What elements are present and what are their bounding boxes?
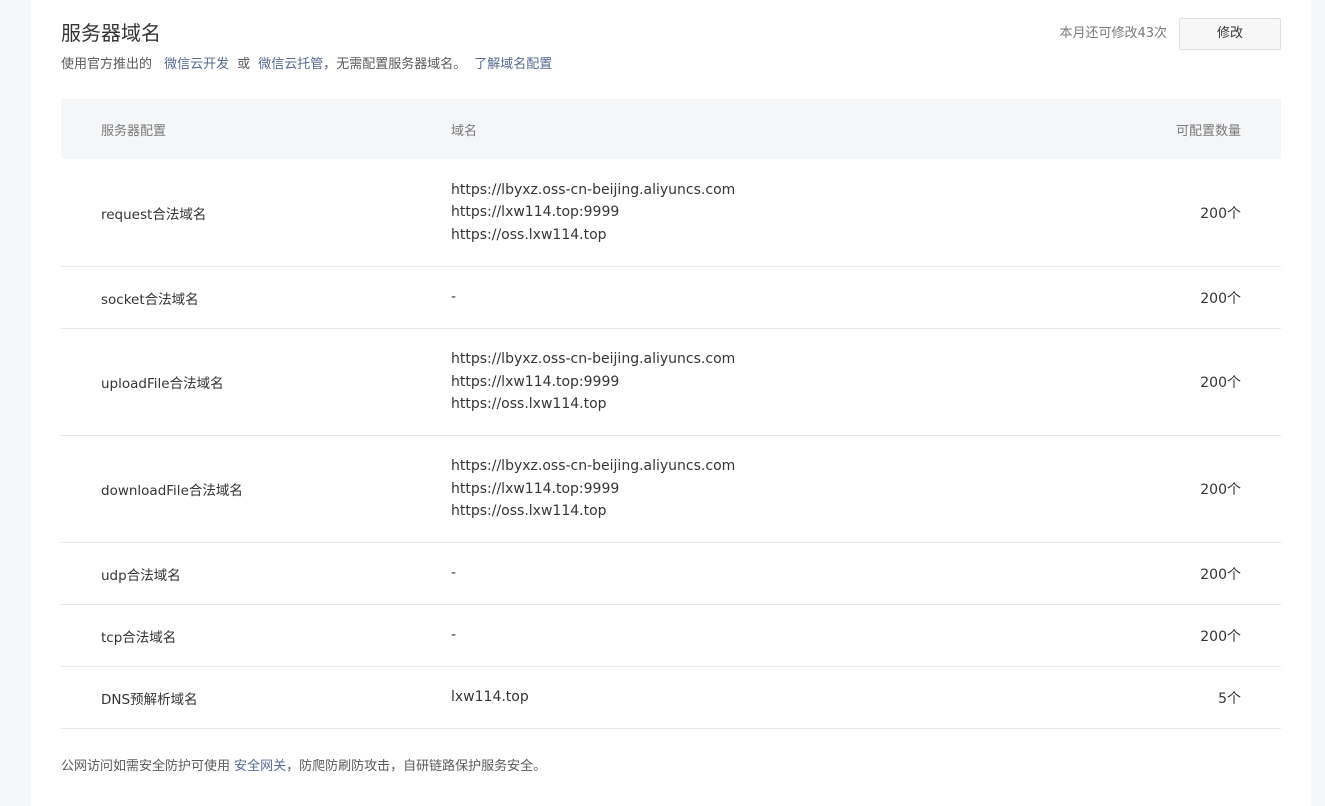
table-row: tcp合法域名 - 200个 bbox=[61, 605, 1281, 667]
row-domains: - bbox=[451, 624, 1081, 647]
domain-value: - bbox=[451, 289, 457, 306]
domain-settings-card: 服务器域名 使用官方推出的 微信云开发或微信云托管，无需配置服务器域名。 了解域名… bbox=[31, 0, 1311, 806]
domain-value: https://oss.lxw114.top bbox=[451, 396, 607, 413]
cloud-host-link[interactable]: 微信云托管 bbox=[258, 57, 323, 72]
domain-value: https://lxw114.top:9999 bbox=[451, 480, 620, 497]
column-header-domain: 域名 bbox=[451, 123, 478, 139]
row-count: 200个 bbox=[1200, 566, 1241, 583]
domain-value: https://lbyxz.oss-cn-beijing.aliyuncs.co… bbox=[451, 458, 736, 475]
table-row: socket合法域名 - 200个 bbox=[61, 267, 1281, 329]
description: 使用官方推出的 微信云开发或微信云托管，无需配置服务器域名。 了解域名配置 bbox=[61, 56, 552, 74]
domain-value: https://lxw114.top:9999 bbox=[451, 373, 620, 390]
security-gateway-link[interactable]: 安全网关 bbox=[234, 759, 286, 774]
table-row: udp合法域名 - 200个 bbox=[61, 543, 1281, 605]
row-config-name: request合法域名 bbox=[101, 206, 207, 223]
domain-value: https://oss.lxw114.top bbox=[451, 226, 607, 243]
security-notice: 公网访问如需安全防护可使用 安全网关，防爬防刷防攻击，自研链路保护服务安全。 bbox=[61, 758, 546, 776]
domain-value: - bbox=[451, 627, 457, 644]
table-header: 服务器配置 域名 可配置数量 bbox=[61, 99, 1281, 159]
cloud-dev-link[interactable]: 微信云开发 bbox=[164, 57, 229, 72]
row-config-name: socket合法域名 bbox=[101, 291, 199, 308]
page-title: 服务器域名 bbox=[61, 21, 161, 45]
row-domains: - bbox=[451, 562, 1081, 585]
domain-table: 服务器配置 域名 可配置数量 request合法域名 https://lbyxz… bbox=[61, 99, 1281, 729]
domain-value: - bbox=[451, 565, 457, 582]
table-row: request合法域名 https://lbyxz.oss-cn-beijing… bbox=[61, 159, 1281, 267]
row-domains: https://lbyxz.oss-cn-beijing.aliyuncs.co… bbox=[451, 348, 1081, 416]
domain-value: lxw114.top bbox=[451, 689, 529, 706]
row-domains: https://lbyxz.oss-cn-beijing.aliyuncs.co… bbox=[451, 455, 1081, 523]
table-row: uploadFile合法域名 https://lbyxz.oss-cn-beij… bbox=[61, 329, 1281, 436]
row-domains: - bbox=[451, 286, 1081, 309]
domain-value: https://lbyxz.oss-cn-beijing.aliyuncs.co… bbox=[451, 181, 736, 198]
row-count: 200个 bbox=[1200, 375, 1241, 391]
footer-suffix: ，防爬防刷防攻击，自研链路保护服务安全。 bbox=[286, 759, 547, 774]
row-count: 200个 bbox=[1200, 205, 1241, 222]
learn-domain-config-link[interactable]: 了解域名配置 bbox=[474, 57, 552, 72]
column-header-config: 服务器配置 bbox=[101, 123, 167, 139]
domain-value: https://oss.lxw114.top bbox=[451, 503, 607, 520]
column-header-count: 可配置数量 bbox=[1175, 123, 1241, 139]
row-count: 200个 bbox=[1200, 482, 1241, 498]
desc-or: 或 bbox=[237, 57, 251, 72]
footer-prefix: 公网访问如需安全防护可使用 bbox=[61, 759, 231, 774]
modify-quota-text: 本月还可修改43次 bbox=[1059, 26, 1167, 41]
row-domains: https://lbyxz.oss-cn-beijing.aliyuncs.co… bbox=[451, 179, 1081, 247]
row-domains: lxw114.top bbox=[451, 686, 1081, 709]
row-count: 200个 bbox=[1200, 290, 1241, 307]
desc-suffix: ，无需配置服务器域名。 bbox=[323, 57, 467, 72]
row-count: 200个 bbox=[1200, 628, 1241, 645]
edit-button[interactable]: 修改 bbox=[1179, 18, 1281, 50]
desc-prefix: 使用官方推出的 bbox=[61, 57, 153, 72]
table-row: DNS预解析域名 lxw114.top 5个 bbox=[61, 667, 1281, 729]
row-count: 5个 bbox=[1218, 690, 1241, 707]
row-config-name: uploadFile合法域名 bbox=[101, 376, 224, 392]
row-config-name: DNS预解析域名 bbox=[101, 691, 198, 708]
table-row: downloadFile合法域名 https://lbyxz.oss-cn-be… bbox=[61, 436, 1281, 543]
domain-value: https://lxw114.top:9999 bbox=[451, 204, 620, 221]
row-config-name: udp合法域名 bbox=[101, 567, 181, 584]
row-config-name: downloadFile合法域名 bbox=[101, 483, 243, 499]
row-config-name: tcp合法域名 bbox=[101, 629, 177, 646]
domain-value: https://lbyxz.oss-cn-beijing.aliyuncs.co… bbox=[451, 351, 736, 368]
